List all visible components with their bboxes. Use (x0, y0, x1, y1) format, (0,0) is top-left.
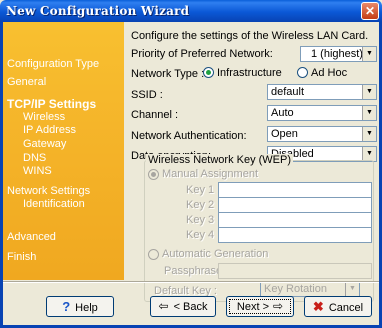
network-type-label: Network Type : (131, 68, 205, 80)
footer-divider (3, 281, 379, 283)
help-question-icon: ? (62, 299, 71, 314)
chevron-down-icon: ▼ (345, 282, 359, 296)
wizard-sidebar: Configuration Type General TCP/IP Settin… (3, 22, 124, 280)
sidebar-item-gateway: Gateway (23, 138, 67, 150)
radio-ad-hoc[interactable] (297, 67, 308, 78)
wizard-content: Configure the settings of the Wireless L… (128, 22, 379, 302)
automatic-generation-label: Automatic Generation (162, 248, 269, 260)
radio-infrastructure-label[interactable]: Infrastructure (217, 67, 282, 79)
sidebar-item-advanced: Advanced (7, 231, 56, 243)
radio-infrastructure[interactable] (203, 67, 214, 78)
next-button[interactable]: Next > ⇨ (226, 296, 294, 317)
manual-assignment-label: Manual Assignment (162, 168, 258, 180)
ssid-combo[interactable]: default ▼ (267, 84, 377, 100)
channel-select[interactable]: Auto ▼ (267, 105, 377, 121)
radio-manual-assignment[interactable] (148, 169, 159, 180)
key1-input[interactable] (218, 182, 372, 198)
key4-input[interactable] (218, 227, 372, 243)
key3-label: Key 3 : (186, 214, 221, 226)
sidebar-item-ip-address: IP Address (23, 124, 76, 136)
priority-label: Priority of Preferred Network: (131, 48, 273, 60)
auth-label: Network Authentication: (131, 130, 247, 142)
intro-text: Configure the settings of the Wireless L… (131, 30, 369, 42)
wep-group-title: Wireless Network Key (WEP) (146, 154, 294, 166)
cancel-button[interactable]: ✖ Cancel (304, 296, 372, 317)
close-icon[interactable]: ✕ (361, 2, 379, 20)
radio-automatic-generation[interactable] (148, 249, 159, 260)
key2-input[interactable] (218, 197, 372, 213)
sidebar-item-identification: Identification (23, 198, 85, 210)
sidebar-item-wireless: Wireless (23, 111, 66, 123)
radio-ad-hoc-label[interactable]: Ad Hoc (311, 67, 347, 79)
key1-label: Key 1 : (186, 184, 221, 196)
chevron-down-icon: ▼ (362, 127, 376, 141)
priority-select[interactable]: 1 (highest) ▼ (300, 46, 377, 62)
key3-input[interactable] (218, 212, 372, 228)
cancel-x-icon: ✖ (312, 299, 324, 314)
help-button[interactable]: ? Help (46, 296, 114, 317)
channel-label: Channel : (131, 109, 179, 121)
sidebar-item-general: General (7, 76, 47, 88)
chevron-down-icon: ▼ (362, 147, 376, 161)
sidebar-item-dns: DNS (23, 152, 47, 164)
auth-select[interactable]: Open ▼ (267, 126, 377, 142)
key2-label: Key 2 : (186, 199, 221, 211)
default-key-select[interactable]: Key Rotation ▼ (260, 281, 360, 297)
chevron-down-icon: ▼ (362, 106, 376, 120)
title-bar: New Configuration Wizard ✕ (0, 0, 382, 22)
back-button[interactable]: ⇦ < Back (150, 296, 216, 317)
sidebar-item-tcpip-settings: TCP/IP Settings (7, 97, 97, 111)
sidebar-item-configuration-type: Configuration Type (7, 58, 100, 70)
ssid-label: SSID : (131, 89, 163, 101)
passphrase-input[interactable] (218, 263, 372, 279)
next-arrow-icon: ⇨ (273, 299, 284, 313)
sidebar-item-wins: WINS (23, 165, 52, 177)
sidebar-item-network-settings: Network Settings (7, 185, 91, 197)
chevron-down-icon: ▼ (362, 85, 376, 99)
back-arrow-icon: ⇦ (158, 299, 169, 313)
key4-label: Key 4 : (186, 229, 221, 241)
sidebar-item-finish: Finish (7, 251, 37, 263)
chevron-down-icon: ▼ (362, 47, 376, 61)
window-title: New Configuration Wizard (6, 4, 190, 18)
